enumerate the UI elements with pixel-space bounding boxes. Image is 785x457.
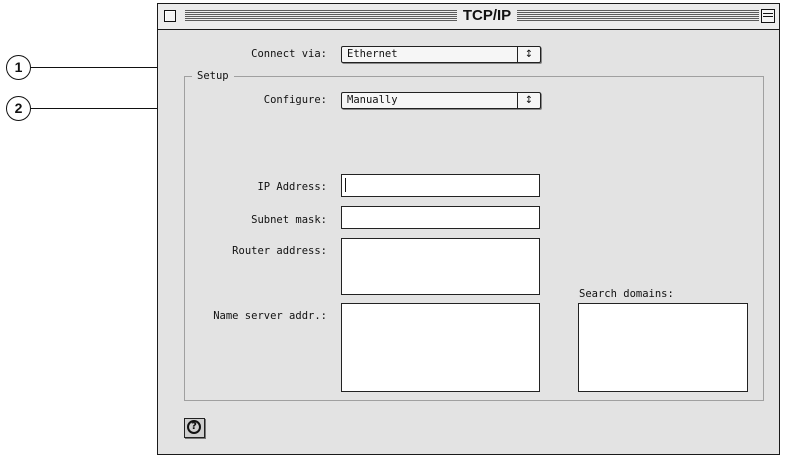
configure-label: Configure: [263,94,327,106]
search-domains-field[interactable] [578,303,748,392]
popup-arrows-icon: ↕ [517,47,540,62]
title-stripes-right [517,10,759,22]
title-bar[interactable]: TCP/IP [158,4,779,30]
ip-address-field[interactable] [341,174,540,197]
router-address-field[interactable] [341,238,540,295]
connect-via-label: Connect via: [251,48,327,60]
setup-group-label: Setup [192,70,234,82]
zoom-box-icon[interactable] [761,9,775,23]
name-server-label: Name server addr.: [213,310,327,322]
name-server-field[interactable] [341,303,540,392]
window-title: TCP/IP [457,6,517,26]
subnet-mask-label: Subnet mask: [251,214,327,226]
configure-value: Manually [347,94,398,106]
search-domains-label: Search domains: [579,288,674,300]
ip-address-label: IP Address: [257,181,327,193]
close-box-icon[interactable] [164,10,176,22]
configure-popup[interactable]: Manually ↕ [341,92,541,109]
callout-1: 1 [6,55,31,80]
connect-via-popup[interactable]: Ethernet ↕ [341,46,541,63]
router-address-label: Router address: [232,245,327,257]
text-caret [345,178,346,192]
help-icon: ? [187,420,201,434]
subnet-mask-field[interactable] [341,206,540,229]
tcpip-window: TCP/IP Connect via: Ethernet ↕ Setup Con… [157,3,780,455]
help-button[interactable]: ? [184,418,205,438]
popup-arrows-icon: ↕ [517,93,540,108]
title-stripes-left [185,10,457,22]
connect-via-value: Ethernet [347,48,398,60]
callout-2: 2 [6,96,31,121]
